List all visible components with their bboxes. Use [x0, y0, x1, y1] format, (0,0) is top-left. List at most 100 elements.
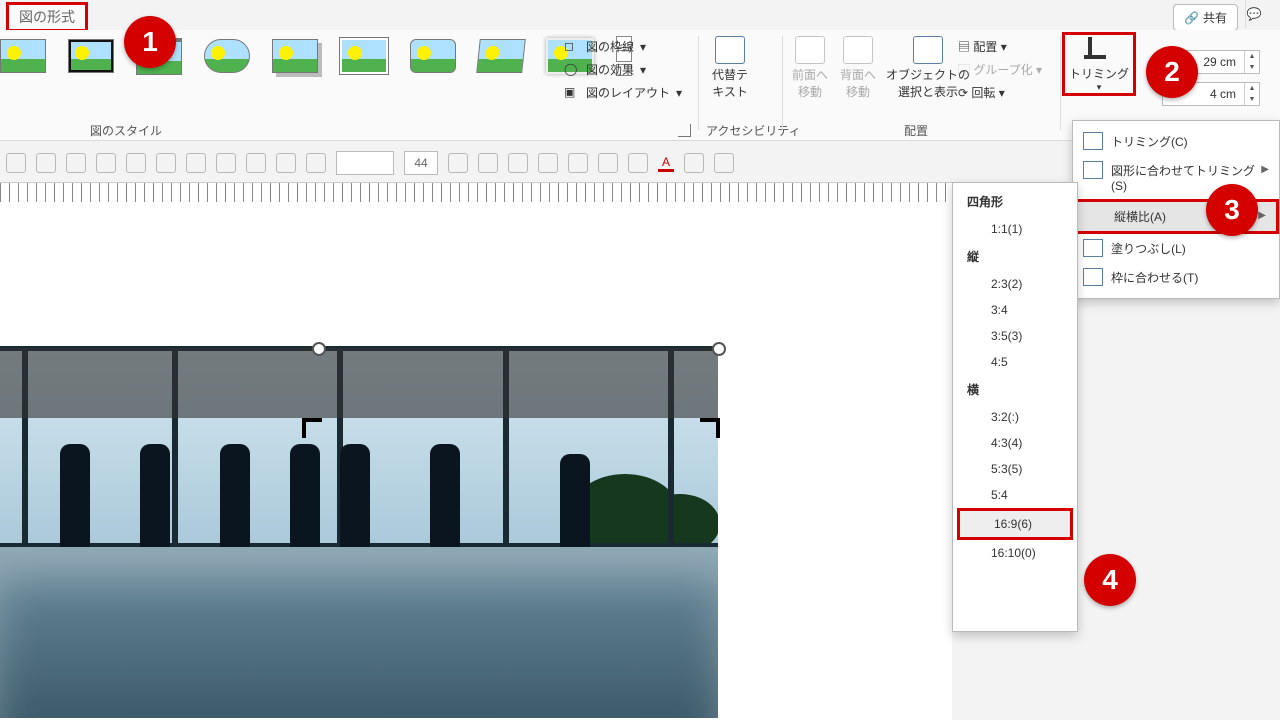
font-color-icon[interactable]: A [658, 155, 674, 172]
picture-effects-button[interactable]: ◯図の効果 ▾ [564, 61, 682, 78]
style-thumb-8[interactable] [476, 39, 526, 73]
menu-aspect-label: 縦横比(A) [1114, 210, 1166, 224]
qat-item[interactable] [246, 153, 266, 173]
share-button[interactable]: 🔗共有 [1173, 4, 1238, 31]
style-thumb-1[interactable] [0, 39, 46, 73]
bring-forward-button[interactable]: 前面へ 移動 [792, 36, 828, 100]
crop-button-highlight: トリミング ▾ [1062, 32, 1136, 96]
qat-item[interactable] [66, 153, 86, 173]
qat-item[interactable] [448, 153, 468, 173]
comments-toggle[interactable]: 💬 [1245, 0, 1262, 28]
ratio-4-5[interactable]: 4:5 [953, 349, 1077, 375]
shape-icon [1083, 161, 1103, 179]
ratio-5-3[interactable]: 5:3(5) [953, 456, 1077, 482]
picture-effects-label: 図の効果 [586, 61, 634, 78]
styles-dialog-launcher[interactable] [678, 124, 691, 137]
chevron-down-icon: ▾ [640, 40, 646, 54]
send-backward-button[interactable]: 背面へ 移動 [840, 36, 876, 100]
chevron-down-icon: ▾ [1036, 63, 1042, 77]
align-label: 配置 [973, 40, 997, 54]
chevron-down-icon: ▾ [1001, 40, 1007, 54]
picture-styles-gallery [0, 36, 632, 76]
style-thumb-7[interactable] [410, 39, 456, 73]
style-thumb-5[interactable] [272, 39, 318, 73]
qat-item[interactable] [6, 153, 26, 173]
crop-icon [1084, 37, 1114, 63]
alt-text-button[interactable]: 代替テ キスト [712, 36, 748, 100]
separator [698, 36, 699, 130]
picture-layout-button[interactable]: ▣図のレイアウト ▾ [564, 84, 682, 101]
align-button[interactable]: ▤ 配置 ▾ [958, 38, 1042, 55]
menu-fill[interactable]: 塗りつぶし(L) [1073, 234, 1279, 263]
rotate-button[interactable]: ⟳ 回転 ▾ [958, 84, 1042, 101]
callout-1: 1 [124, 16, 176, 68]
crop-button[interactable]: トリミング ▾ [1069, 37, 1129, 93]
picture-bg [60, 444, 90, 554]
spin-down[interactable]: ▼ [1245, 94, 1259, 105]
qat-item[interactable] [538, 153, 558, 173]
chevron-right-icon: ▶ [1258, 210, 1266, 221]
menu-crop[interactable]: トリミング(C) [1073, 127, 1279, 156]
selection-handle[interactable] [312, 342, 326, 356]
bring-forward-label: 前面へ 移動 [792, 66, 828, 100]
qat-item[interactable] [684, 153, 704, 173]
style-thumb-6[interactable] [340, 38, 388, 74]
picture-bg [430, 444, 460, 554]
qat-item[interactable] [96, 153, 116, 173]
fit-icon [1083, 268, 1103, 286]
group-button[interactable]: ⬚ グループ化 ▾ [958, 61, 1042, 78]
group-label-accessibility: アクセシビリティ [706, 122, 801, 139]
picture-bg [290, 444, 320, 554]
selection-handle[interactable] [712, 342, 726, 356]
qat-item[interactable] [186, 153, 206, 173]
ratio-3-2[interactable]: 3:2(:) [953, 404, 1077, 430]
spin-down[interactable]: ▼ [1245, 62, 1259, 73]
ratio-3-4[interactable]: 3:4 [953, 297, 1077, 323]
border-icon: ◻ [564, 39, 580, 55]
callout-3: 3 [1206, 184, 1258, 236]
style-thumb-4[interactable] [204, 39, 250, 73]
font-name-box[interactable] [336, 151, 394, 175]
share-icon: 🔗 [1184, 11, 1199, 25]
menu-fit-label: 枠に合わせる(T) [1111, 271, 1198, 285]
crop-handle[interactable] [700, 418, 720, 438]
picture-bg [560, 454, 590, 554]
ratio-header-portrait: 縦 [953, 242, 1077, 271]
picture-bg [140, 444, 170, 554]
menu-fit[interactable]: 枠に合わせる(T) [1073, 263, 1279, 292]
font-size-box[interactable]: 44 [404, 151, 438, 175]
style-thumb-2[interactable] [68, 39, 114, 73]
ratio-16-10[interactable]: 16:10(0) [953, 540, 1077, 566]
qat-item[interactable] [126, 153, 146, 173]
spin-up[interactable]: ▲ [1245, 51, 1259, 62]
chevron-down-icon: ▾ [676, 86, 682, 100]
group-label: グループ化 [973, 63, 1032, 77]
group-label-styles: 図のスタイル [90, 122, 162, 139]
ratio-16-9[interactable]: 16:9(6) [957, 508, 1073, 540]
ratio-2-3[interactable]: 2:3(2) [953, 271, 1077, 297]
qat-item[interactable] [156, 153, 176, 173]
qat-item[interactable] [478, 153, 498, 173]
callout-2: 2 [1146, 46, 1198, 98]
qat-item[interactable] [508, 153, 528, 173]
group-label-arrange: 配置 [904, 122, 928, 139]
picture-bg [220, 444, 250, 554]
crop-handle[interactable] [302, 418, 322, 438]
ratio-3-5[interactable]: 3:5(3) [953, 323, 1077, 349]
ratio-4-3[interactable]: 4:3(4) [953, 430, 1077, 456]
qat-item[interactable] [598, 153, 618, 173]
picture-border-button[interactable]: ◻図の枠線 ▾ [564, 38, 682, 55]
qat-item[interactable] [306, 153, 326, 173]
qat-item[interactable] [568, 153, 588, 173]
qat-item[interactable] [714, 153, 734, 173]
qat-item[interactable] [216, 153, 236, 173]
separator [1060, 36, 1061, 130]
ratio-5-4[interactable]: 5:4 [953, 482, 1077, 508]
spin-up[interactable]: ▲ [1245, 83, 1259, 94]
tab-picture-format[interactable]: 図の形式 [6, 2, 88, 32]
ratio-1-1[interactable]: 1:1(1) [953, 216, 1077, 242]
qat-item[interactable] [628, 153, 648, 173]
qat-item[interactable] [36, 153, 56, 173]
crop-icon [1083, 132, 1103, 150]
qat-item[interactable] [276, 153, 296, 173]
